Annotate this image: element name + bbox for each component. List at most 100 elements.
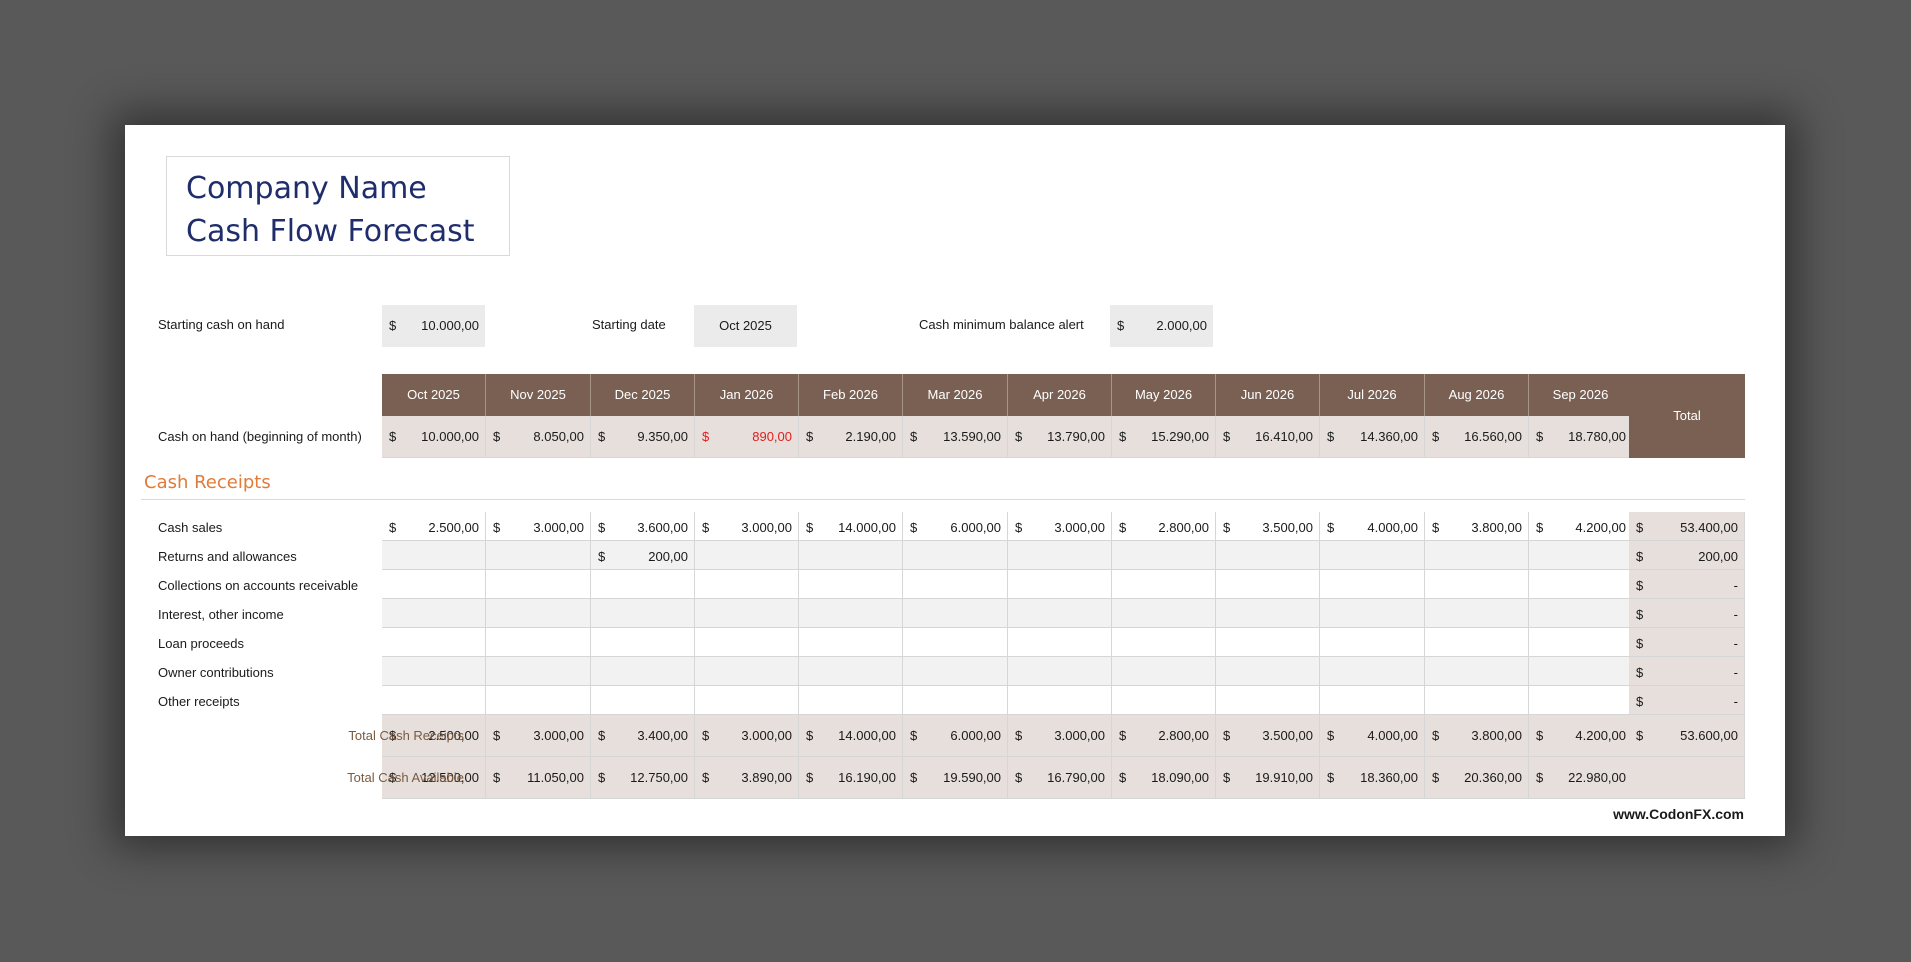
month-cell[interactable]: $3.400,00 [591, 715, 695, 757]
month-cell[interactable] [1529, 570, 1633, 599]
month-cell[interactable] [1216, 657, 1320, 686]
month-cell[interactable] [695, 628, 799, 657]
month-cell[interactable] [799, 570, 903, 599]
month-cell[interactable] [1112, 570, 1216, 599]
month-cell[interactable]: $18.090,00 [1112, 757, 1216, 799]
month-cell[interactable]: $3.500,00 [1216, 512, 1320, 541]
month-cell[interactable]: $14.000,00 [799, 715, 903, 757]
month-cell[interactable]: $3.000,00 [486, 512, 591, 541]
starting-date-input[interactable]: Oct 2025 [694, 305, 797, 347]
month-cell[interactable]: $3.600,00 [591, 512, 695, 541]
month-cell[interactable]: $10.000,00 [382, 416, 486, 458]
month-cell[interactable] [486, 570, 591, 599]
month-cell[interactable]: $15.290,00 [1112, 416, 1216, 458]
month-cell[interactable]: $2.190,00 [799, 416, 903, 458]
month-cell[interactable] [1216, 599, 1320, 628]
total-cell[interactable]: $200,00 [1629, 541, 1745, 570]
month-cell[interactable] [1216, 686, 1320, 715]
month-cell[interactable] [382, 657, 486, 686]
month-cell[interactable] [382, 541, 486, 570]
month-cell[interactable] [486, 541, 591, 570]
month-cell[interactable] [695, 541, 799, 570]
month-cell[interactable] [486, 599, 591, 628]
total-cell[interactable]: $ - [1629, 599, 1745, 628]
month-cell[interactable] [591, 686, 695, 715]
month-cell[interactable]: $3.800,00 [1425, 512, 1529, 541]
month-cell[interactable] [1112, 657, 1216, 686]
starting-cash-input[interactable]: $ 10.000,00 [382, 305, 485, 347]
month-cell[interactable] [903, 570, 1008, 599]
total-cell[interactable] [1629, 757, 1745, 799]
total-cell[interactable]: $53.400,00 [1629, 512, 1745, 541]
month-cell[interactable]: $4.000,00 [1320, 715, 1425, 757]
month-cell[interactable] [1425, 686, 1529, 715]
month-cell[interactable] [382, 628, 486, 657]
month-cell[interactable]: $4.000,00 [1320, 512, 1425, 541]
month-cell[interactable] [382, 570, 486, 599]
month-cell[interactable] [799, 628, 903, 657]
month-cell[interactable] [799, 686, 903, 715]
month-cell[interactable] [799, 599, 903, 628]
month-cell[interactable]: $22.980,00 [1529, 757, 1633, 799]
month-cell[interactable]: $3.000,00 [1008, 512, 1112, 541]
month-cell[interactable]: $890,00 [695, 416, 799, 458]
month-cell[interactable]: $2.500,00 [382, 512, 486, 541]
month-cell[interactable] [382, 686, 486, 715]
month-cell[interactable] [695, 570, 799, 599]
month-cell[interactable]: $11.050,00 [486, 757, 591, 799]
month-cell[interactable]: $8.050,00 [486, 416, 591, 458]
month-cell[interactable]: $4.200,00 [1529, 512, 1633, 541]
month-cell[interactable] [1529, 686, 1633, 715]
month-cell[interactable]: $16.190,00 [799, 757, 903, 799]
month-cell[interactable] [1425, 628, 1529, 657]
month-cell[interactable]: $20.360,00 [1425, 757, 1529, 799]
month-cell[interactable]: $200,00 [591, 541, 695, 570]
month-cell[interactable] [1320, 628, 1425, 657]
month-cell[interactable] [1529, 628, 1633, 657]
month-cell[interactable]: $14.360,00 [1320, 416, 1425, 458]
month-cell[interactable]: $16.560,00 [1425, 416, 1529, 458]
month-cell[interactable] [591, 628, 695, 657]
total-cell[interactable]: $ - [1629, 686, 1745, 715]
month-cell[interactable] [382, 599, 486, 628]
month-cell[interactable] [591, 657, 695, 686]
month-cell[interactable] [1112, 628, 1216, 657]
month-cell[interactable]: $3.800,00 [1425, 715, 1529, 757]
month-cell[interactable]: $16.410,00 [1216, 416, 1320, 458]
month-cell[interactable]: $19.590,00 [903, 757, 1008, 799]
month-cell[interactable] [1008, 657, 1112, 686]
month-cell[interactable] [1529, 599, 1633, 628]
month-cell[interactable] [486, 657, 591, 686]
month-cell[interactable]: $3.890,00 [695, 757, 799, 799]
month-cell[interactable] [1216, 541, 1320, 570]
month-cell[interactable]: $3.000,00 [695, 512, 799, 541]
month-cell[interactable] [1008, 541, 1112, 570]
month-cell[interactable]: $18.780,00 [1529, 416, 1633, 458]
month-cell[interactable]: $3.000,00 [695, 715, 799, 757]
month-cell[interactable] [1425, 657, 1529, 686]
month-cell[interactable]: $6.000,00 [903, 715, 1008, 757]
month-cell[interactable] [486, 686, 591, 715]
month-cell[interactable]: $16.790,00 [1008, 757, 1112, 799]
month-cell[interactable] [1112, 541, 1216, 570]
month-cell[interactable] [1320, 541, 1425, 570]
month-cell[interactable] [1008, 599, 1112, 628]
total-cell[interactable]: $ - [1629, 570, 1745, 599]
month-cell[interactable]: $4.200,00 [1529, 715, 1633, 757]
month-cell[interactable]: $3.500,00 [1216, 715, 1320, 757]
month-cell[interactable]: $13.590,00 [903, 416, 1008, 458]
month-cell[interactable] [1008, 628, 1112, 657]
month-cell[interactable] [903, 541, 1008, 570]
month-cell[interactable] [1425, 599, 1529, 628]
month-cell[interactable]: $14.000,00 [799, 512, 903, 541]
month-cell[interactable] [1112, 599, 1216, 628]
month-cell[interactable] [799, 541, 903, 570]
month-cell[interactable] [1529, 657, 1633, 686]
month-cell[interactable] [1320, 686, 1425, 715]
month-cell[interactable] [1008, 686, 1112, 715]
month-cell[interactable]: $9.350,00 [591, 416, 695, 458]
month-cell[interactable] [1529, 541, 1633, 570]
month-cell[interactable]: $18.360,00 [1320, 757, 1425, 799]
month-cell[interactable] [1216, 628, 1320, 657]
footer-website[interactable]: www.CodonFX.com [1613, 806, 1744, 822]
